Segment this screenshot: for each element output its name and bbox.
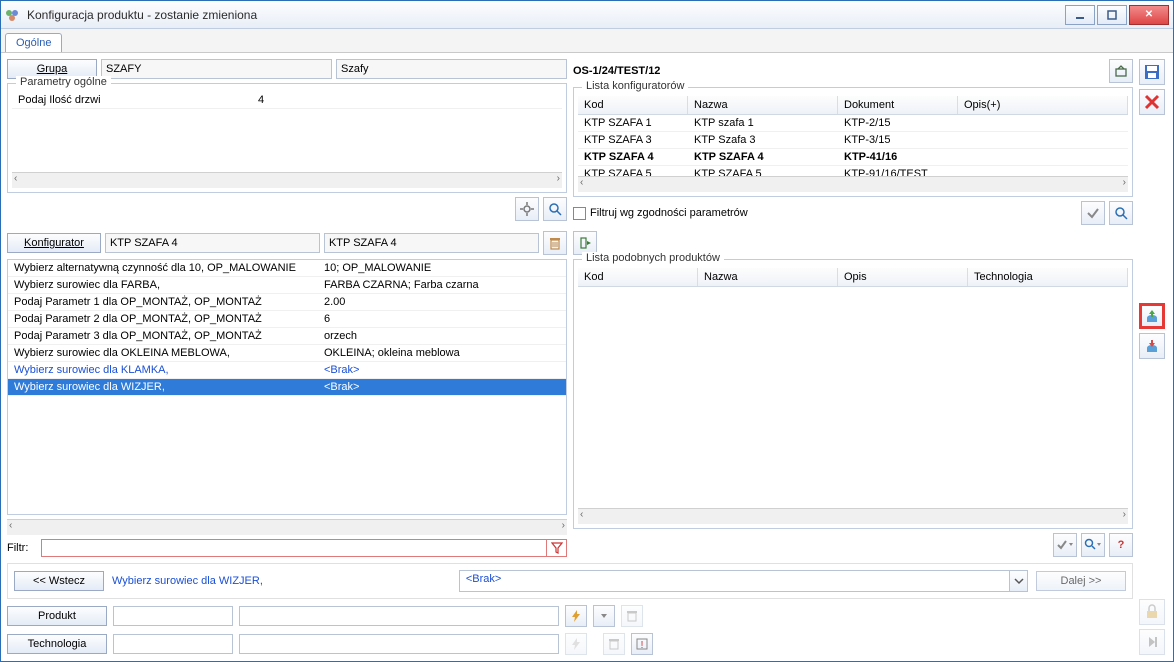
produkt-name-input[interactable] <box>239 606 559 626</box>
similar-legend: Lista podobnych produktów <box>582 252 724 264</box>
config-header-row: Konfigurator <box>7 231 567 255</box>
config-row[interactable]: Podaj Parametr 2 dla OP_MONTAŻ, OP_MONTA… <box>8 311 566 328</box>
download-icon[interactable] <box>1139 333 1165 359</box>
svg-text:!: ! <box>641 640 644 650</box>
back-button[interactable]: << Wstecz <box>14 571 104 591</box>
konfig-list-grid[interactable]: Kod Nazwa Dokument Opis(+) KTP SZAFA 1KT… <box>578 96 1128 176</box>
lightning-dropdown-icon[interactable] <box>593 605 615 627</box>
tech-row: Technologia ! <box>7 633 1133 655</box>
filter-clear-icon[interactable] <box>546 540 566 556</box>
technologia-button[interactable]: Technologia <box>7 634 107 654</box>
konfig-row[interactable]: KTP SZAFA 3KTP Szafa 3KTP-3/15 <box>578 132 1128 149</box>
filter-params-row: Filtruj wg zgodności parametrów <box>573 201 1133 225</box>
gear-icon[interactable] <box>515 197 539 221</box>
wizard-row: << Wstecz Wybierz surowiec dla WIZJER, <… <box>7 563 1133 599</box>
left-half: Grupa Parametry ogólne Podaj Ilość drzwi… <box>7 59 567 225</box>
middle-row: Konfigurator Wybierz alternatywną czynno… <box>7 231 1133 557</box>
filter-text-input[interactable] <box>42 540 546 556</box>
check-icon[interactable] <box>1081 201 1105 225</box>
config-row[interactable]: Wybierz alternatywną czynność dla 10, OP… <box>8 260 566 277</box>
filter-label: Filtr: <box>7 542 37 554</box>
filter-params-checkbox[interactable]: Filtruj wg zgodności parametrów <box>573 207 748 220</box>
konfig-row[interactable]: KTP SZAFA 4KTP SZAFA 4KTP-41/16 <box>578 149 1128 166</box>
produkt-button[interactable]: Produkt <box>7 606 107 626</box>
content-area: Grupa Parametry ogólne Podaj Ilość drzwi… <box>1 53 1173 661</box>
top-row: Grupa Parametry ogólne Podaj Ilość drzwi… <box>7 59 1133 225</box>
warning-icon[interactable]: ! <box>631 633 653 655</box>
config-table[interactable]: Wybierz alternatywną czynność dla 10, OP… <box>7 259 567 515</box>
upload-icon[interactable] <box>1139 303 1165 329</box>
trash-icon-2[interactable] <box>621 605 643 627</box>
config-row[interactable]: Wybierz surowiec dla OKLEINA MEBLOWA,OKL… <box>8 345 566 362</box>
trash-icon[interactable] <box>543 231 567 255</box>
minimize-button[interactable] <box>1065 5 1095 25</box>
cancel-icon[interactable] <box>1139 89 1165 115</box>
params-scroll[interactable]: ‹› <box>12 172 562 188</box>
config-row[interactable]: Podaj Parametr 1 dla OP_MONTAŻ, OP_MONTA… <box>8 294 566 311</box>
save-icon[interactable] <box>1139 59 1165 85</box>
next-button[interactable]: Dalej >> <box>1036 571 1126 591</box>
konfig-list-fieldset: Lista konfiguratorów Kod Nazwa Dokument … <box>573 87 1133 197</box>
open-icon[interactable] <box>1109 59 1133 83</box>
chevron-down-icon[interactable] <box>1009 571 1027 591</box>
tech-code-input[interactable] <box>113 634 233 654</box>
main-column: Grupa Parametry ogólne Podaj Ilość drzwi… <box>7 59 1133 655</box>
config-row[interactable]: Wybierz surowiec dla WIZJER,<Brak> <box>8 379 566 396</box>
tab-general[interactable]: Ogólne <box>5 33 62 52</box>
wizard-combo[interactable]: <Brak> <box>459 570 1028 592</box>
params-general-legend: Parametry ogólne <box>16 76 111 88</box>
konfig-row[interactable]: KTP SZAFA 1KTP szafa 1KTP-2/15 <box>578 115 1128 132</box>
similar-buttons: ? <box>573 533 1133 557</box>
produkt-code-input[interactable] <box>113 606 233 626</box>
lightning-icon[interactable] <box>565 605 587 627</box>
konfig-header: Kod Nazwa Dokument Opis(+) <box>578 96 1128 115</box>
right-half: OS-1/24/TEST/12 Lista konfiguratorów Kod… <box>573 59 1133 225</box>
params-general-fieldset: Parametry ogólne Podaj Ilość drzwi 4 ‹› <box>7 83 567 193</box>
group-name-input[interactable] <box>336 59 567 79</box>
check-dropdown-icon[interactable] <box>1053 533 1077 557</box>
config-name-input[interactable] <box>324 233 539 253</box>
param-row[interactable]: Podaj Ilość drzwi 4 <box>12 92 562 109</box>
configurator-button[interactable]: Konfigurator <box>7 233 101 253</box>
filter-input[interactable] <box>41 539 567 557</box>
config-row[interactable]: Podaj Parametr 3 dla OP_MONTAŻ, OP_MONTA… <box>8 328 566 345</box>
similar-fieldset: Lista podobnych produktów Kod Nazwa Opis… <box>573 259 1133 529</box>
config-row[interactable]: Wybierz surowiec dla FARBA,FARBA CZARNA;… <box>8 277 566 294</box>
lightning-icon-2[interactable] <box>565 633 587 655</box>
config-scroll[interactable]: ‹› <box>7 519 567 535</box>
os-label: OS-1/24/TEST/12 <box>573 65 1105 77</box>
search-icon[interactable] <box>543 197 567 221</box>
search-icon-2[interactable] <box>1109 201 1133 225</box>
similar-scroll[interactable]: ‹› <box>578 508 1128 524</box>
next-side-icon[interactable] <box>1139 629 1165 655</box>
titlebar: Konfiguracja produktu - zostanie zmienio… <box>1 1 1173 29</box>
similar-right: Lista podobnych produktów Kod Nazwa Opis… <box>573 231 1133 557</box>
search-dropdown-icon[interactable] <box>1081 533 1105 557</box>
produkt-row: Produkt <box>7 605 1133 627</box>
tab-bar: Ogólne <box>1 29 1173 53</box>
similar-grid[interactable]: Kod Nazwa Opis Technologia <box>578 268 1128 508</box>
lock-icon[interactable] <box>1139 599 1165 625</box>
params-general-grid[interactable]: Podaj Ilość drzwi 4 <box>12 92 562 172</box>
window-title: Konfiguracja produktu - zostanie zmienio… <box>27 8 1065 22</box>
app-icon <box>5 7 21 23</box>
main-window: Konfiguracja produktu - zostanie zmienio… <box>0 0 1174 662</box>
config-code-input[interactable] <box>105 233 320 253</box>
konfig-list-legend: Lista konfiguratorów <box>582 80 688 92</box>
params-toolbar <box>7 197 567 221</box>
close-button[interactable]: ✕ <box>1129 5 1169 25</box>
side-toolbar <box>1137 59 1167 655</box>
help-icon[interactable]: ? <box>1109 533 1133 557</box>
trash-icon-3[interactable] <box>603 633 625 655</box>
maximize-button[interactable] <box>1097 5 1127 25</box>
config-row[interactable]: Wybierz surowiec dla KLAMKA,<Brak> <box>8 362 566 379</box>
config-left: Konfigurator Wybierz alternatywną czynno… <box>7 231 567 557</box>
konfig-row[interactable]: KTP SZAFA 5KTP SZAFA 5KTP-91/16/TEST <box>578 166 1128 176</box>
tech-name-input[interactable] <box>239 634 559 654</box>
filter-row: Filtr: <box>7 539 567 557</box>
group-code-input[interactable] <box>101 59 332 79</box>
window-buttons: ✕ <box>1065 5 1169 25</box>
wizard-prompt: Wybierz surowiec dla WIZJER, <box>112 575 263 587</box>
konfig-scroll[interactable]: ‹› <box>578 176 1128 192</box>
